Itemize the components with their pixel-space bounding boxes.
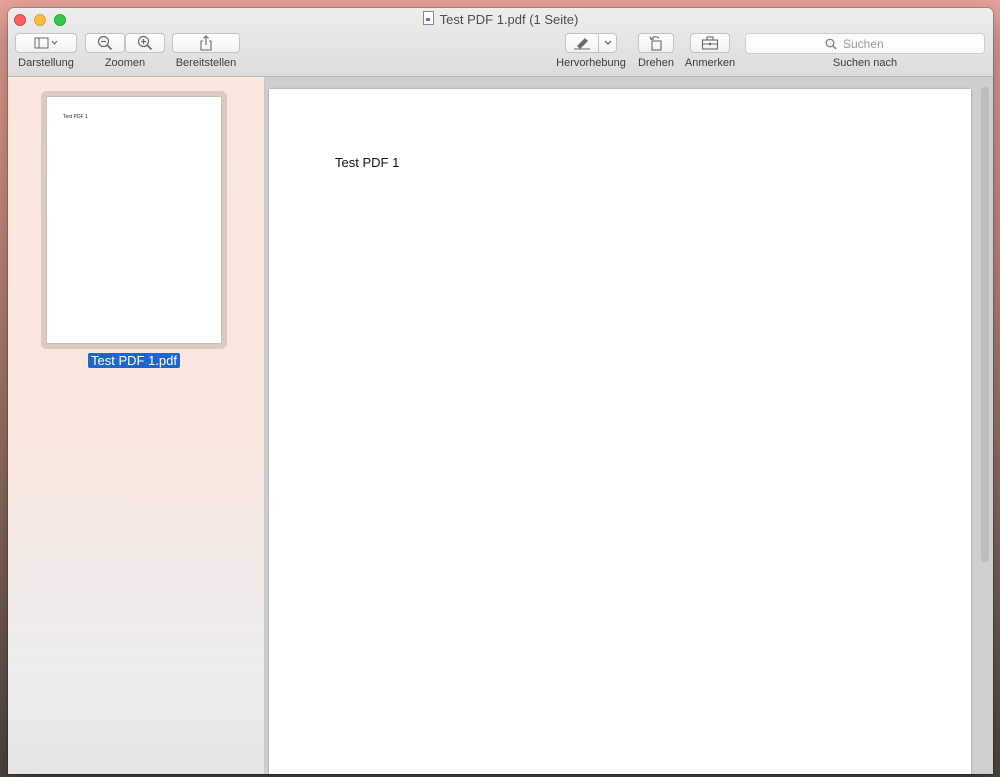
pdf-document-icon — [422, 11, 434, 25]
thumbnail-page: Test PDF 1 — [47, 97, 221, 343]
zoom-out-icon — [97, 35, 113, 51]
highlight-options-button[interactable] — [598, 33, 617, 53]
thumbnail-sidebar: Test PDF 1 Test PDF 1.pdf — [8, 77, 265, 774]
sidebar-icon — [34, 37, 58, 49]
document-view: Test PDF 1 — [265, 77, 993, 774]
pdf-page[interactable]: Test PDF 1 — [269, 89, 971, 774]
zoom-in-icon — [137, 35, 153, 51]
window-title-text: Test PDF 1.pdf (1 Seite) — [439, 12, 579, 27]
rotate-label: Drehen — [637, 57, 675, 69]
search-label: Suchen nach — [832, 57, 898, 69]
window-title: Test PDF 1.pdf (1 Seite) — [8, 11, 993, 29]
share-button[interactable] — [172, 33, 240, 53]
zoom-in-button[interactable] — [125, 33, 165, 53]
highlight-label: Hervorhebung — [556, 57, 626, 69]
toolbar: Test PDF 1.pdf (1 Seite) Darstellung Zoo… — [8, 8, 993, 77]
highlight-button[interactable] — [565, 33, 599, 53]
thumbnail-page-text: Test PDF 1 — [63, 114, 88, 120]
highlighter-icon — [574, 38, 590, 50]
chevron-down-icon — [604, 40, 611, 45]
preview-window: Test PDF 1.pdf (1 Seite) Darstellung Zoo… — [8, 8, 993, 774]
share-icon — [200, 35, 212, 51]
page-thumbnail[interactable]: Test PDF 1 — [41, 91, 227, 349]
vertical-scrollbar[interactable] — [981, 87, 989, 562]
share-label: Bereitstellen — [175, 57, 237, 69]
annotate-button[interactable] — [690, 33, 730, 53]
search-input[interactable] — [841, 35, 905, 52]
toolbox-icon — [701, 36, 719, 50]
zoom-out-button[interactable] — [85, 33, 125, 53]
search-field[interactable] — [745, 33, 985, 54]
annotate-label: Anmerken — [684, 57, 736, 69]
rotate-button[interactable] — [638, 33, 674, 53]
search-icon — [825, 38, 837, 49]
zoom-label: Zoomen — [104, 57, 146, 69]
view-menu-button[interactable] — [15, 33, 77, 53]
view-label: Darstellung — [18, 57, 74, 69]
page-text: Test PDF 1 — [335, 155, 400, 170]
thumbnail-label[interactable]: Test PDF 1.pdf — [88, 353, 180, 368]
rotate-left-icon — [649, 36, 662, 51]
